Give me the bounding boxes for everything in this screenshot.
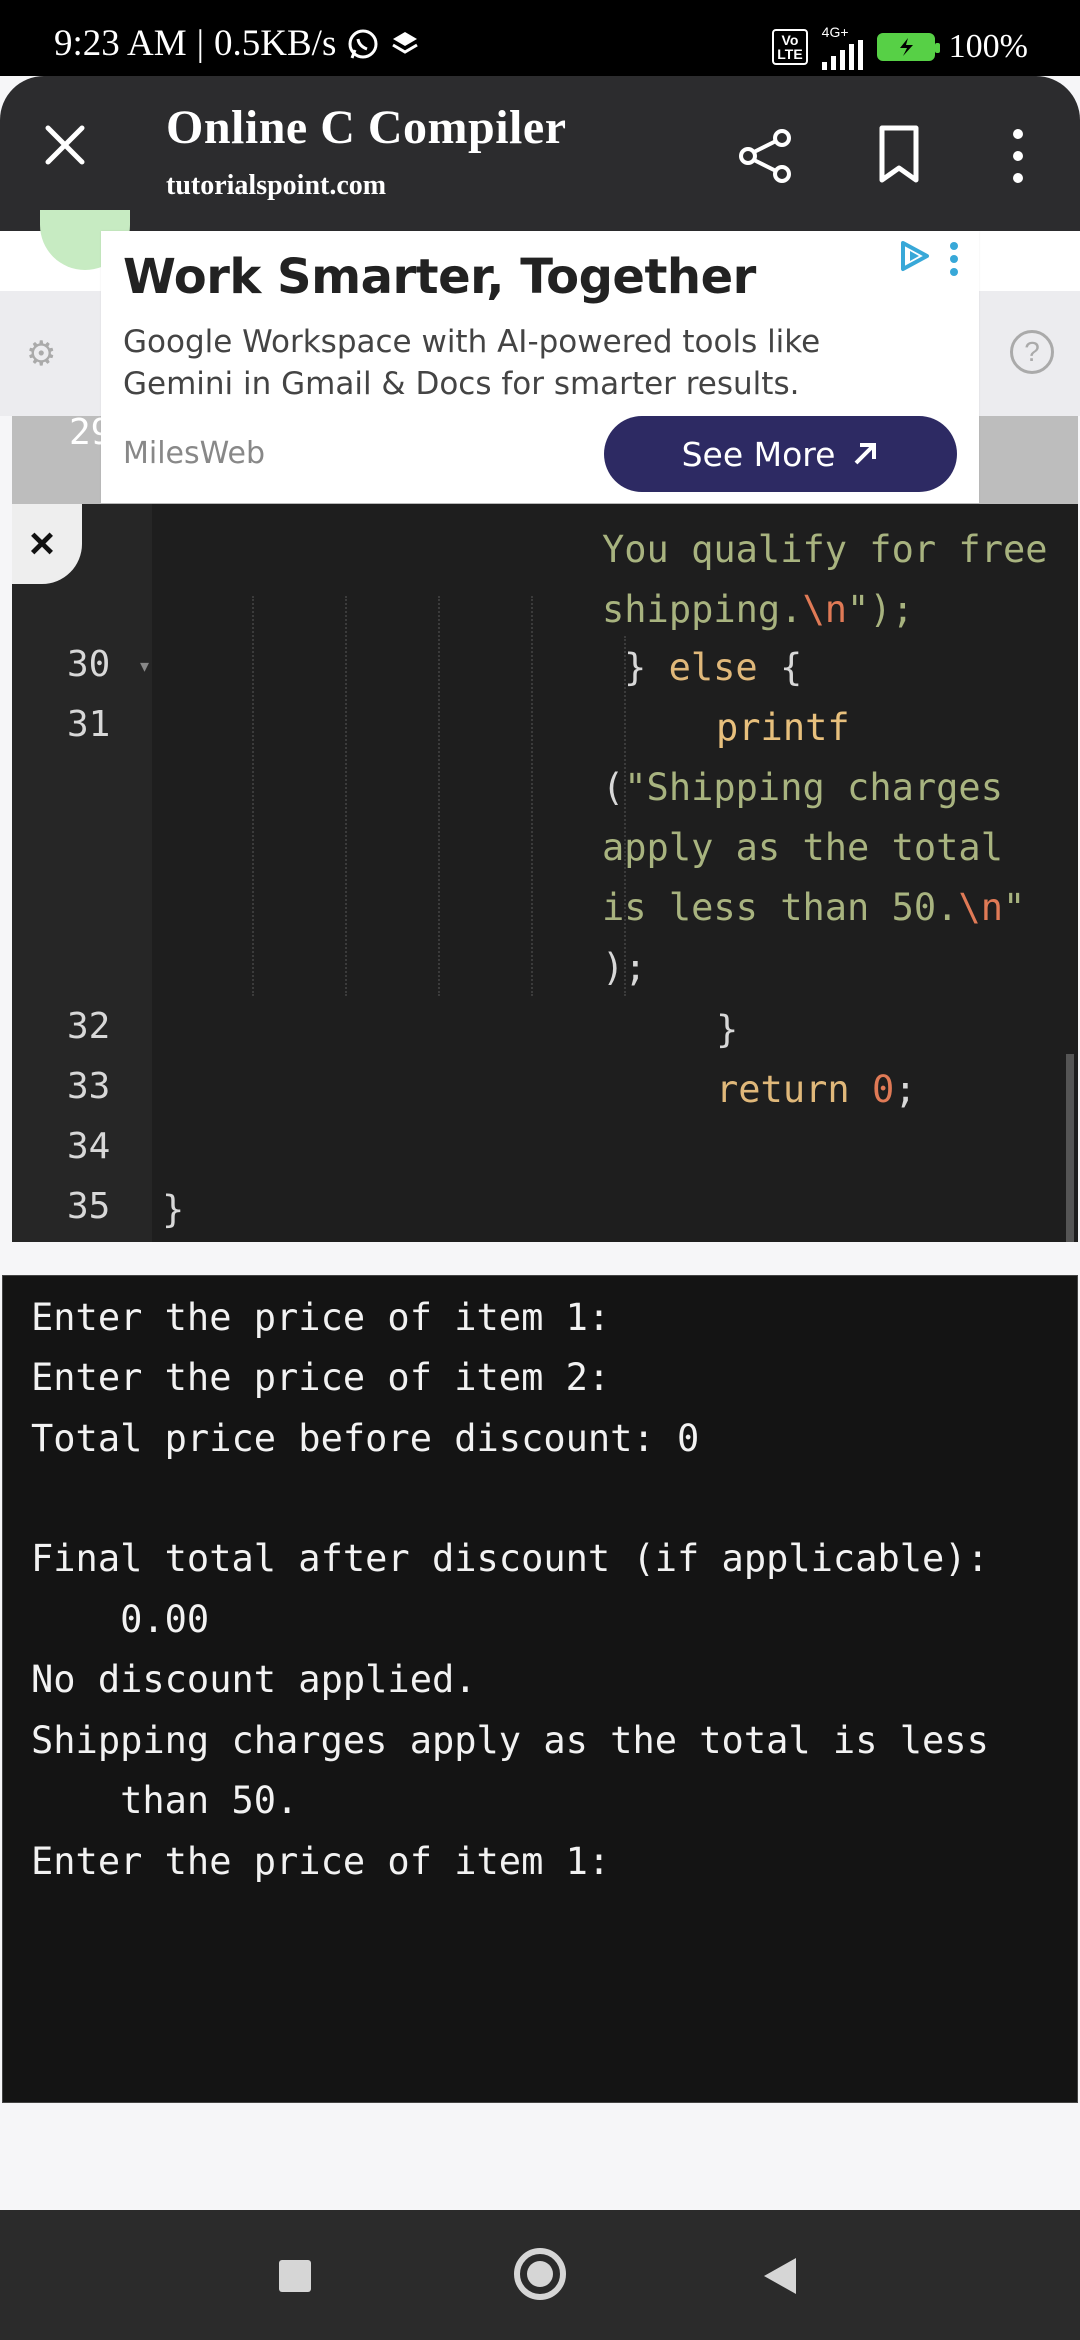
code-line: ("Shipping charges [602,766,1003,809]
console-line: Shipping charges apply as the total is l… [31,1719,989,1762]
console-line: 0.00 [31,1598,210,1641]
code-line: } else { [624,646,803,689]
whatsapp-icon [348,29,378,59]
code-line: } [162,1188,185,1231]
browser-toolbar: Online C Compiler tutorialspoint.com [0,76,1080,231]
navigation-bar [0,2210,1080,2340]
indent-guide [531,596,533,996]
code-line: ); [602,946,647,989]
network-type: 4G+ [821,24,849,40]
ad-headline[interactable]: Work Smarter, Together [123,249,756,305]
console-line: Enter the price of item 1: [31,1840,611,1883]
console-line: than 50. [31,1779,299,1822]
signal-icon [821,40,863,70]
code-line: is less than 50.\n" [602,886,1026,929]
indent-guide [624,636,626,996]
code-line: printf [716,706,850,749]
see-more-button[interactable]: See More [604,416,957,492]
bookmark-icon[interactable] [874,124,924,184]
line-number: 35 [67,1186,111,1227]
code-line: shipping.\n"); [602,588,914,631]
console-line: Total price before discount: 0 [31,1417,700,1460]
ad-body[interactable]: Google Workspace with AI-powered tools l… [123,321,883,405]
console-line: Enter the price of item 2: [31,1356,611,1399]
ad-banner[interactable]: Work Smarter, Together Google Workspace … [101,231,979,503]
ad-advertiser[interactable]: MilesWeb [123,436,265,471]
share-icon[interactable] [738,128,794,184]
page-title: Online C Compiler [166,101,567,154]
console-line: Enter the price of item 1: [31,1296,611,1339]
status-right: Vo LTE 4G+ 100% [772,24,1028,70]
code-editor[interactable]: 29 × You qualify for free shipping.\n");… [12,416,1078,1242]
line-number: 34 [67,1126,111,1167]
fold-arrow-icon[interactable]: ▾ [140,656,149,677]
status-separator: | [196,23,205,64]
settings-icon[interactable]: ⚙ [26,334,70,374]
help-icon[interactable]: ? [1010,330,1054,374]
network-speed: 0.5KB/s [214,23,337,64]
battery-icon [876,33,940,61]
home-icon[interactable] [514,2248,566,2300]
editor-scrollbar[interactable] [1066,1054,1074,1242]
page-url: tutorialspoint.com [166,170,387,201]
output-console[interactable]: Enter the price of item 1: Enter the pri… [2,1275,1078,2103]
console-line: No discount applied. [31,1658,477,1701]
battery-level: 100% [948,28,1028,65]
adchoices-icon[interactable] [897,239,933,273]
arrow-up-right-icon [855,443,877,465]
more-vert-icon[interactable] [1006,126,1030,186]
recents-icon[interactable] [279,2260,311,2292]
layers-icon [392,31,419,54]
indent-guide [345,596,347,996]
code-line: } [716,1008,739,1051]
indent-guide [438,596,440,996]
code-line: You qualify for free [602,528,1048,571]
see-more-label: See More [681,434,836,474]
close-icon[interactable] [40,120,90,170]
line-number: 33 [67,1066,111,1107]
volte-icon: Vo LTE [772,29,808,65]
back-icon[interactable] [764,2258,796,2294]
line-number: 31 [67,704,111,745]
status-time: 9:23 AM [54,23,187,64]
indent-guide [252,596,254,996]
status-bar: 9:23 AM | 0.5KB/s Vo LTE 4G+ 100% [0,0,1080,76]
console-line: Final total after discount (if applicabl… [31,1537,989,1580]
line-number: 32 [67,1006,111,1047]
ad-options-icon[interactable] [949,241,959,277]
code-line: apply as the total [602,826,1003,869]
line-number: 30 [67,644,111,685]
code-line: return 0; [716,1068,917,1111]
status-left: 9:23 AM | 0.5KB/s [54,22,420,65]
